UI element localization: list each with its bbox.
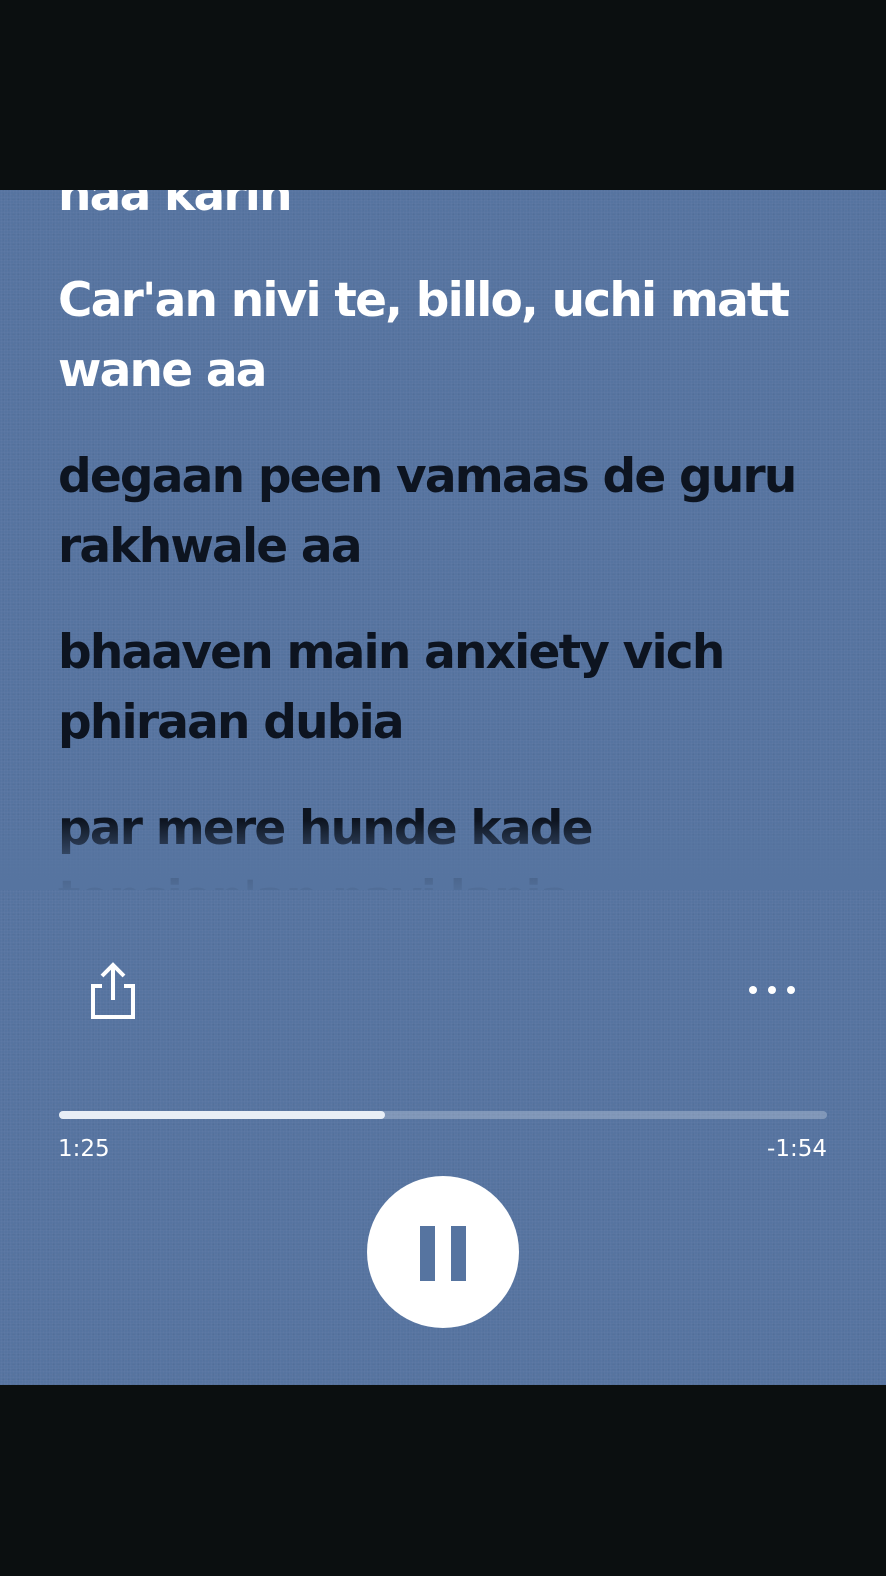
- lyrics-screen: naa karin Car'an nivi te, billo, uchi ma…: [0, 190, 886, 1385]
- pause-icon-bar: [451, 1226, 466, 1281]
- app-root: naa karin Car'an nivi te, billo, uchi ma…: [0, 0, 886, 1576]
- remaining-time: -1:54: [767, 1136, 827, 1162]
- lyric-line[interactable]: degaan peen vamaas de guru rakhwale aa: [58, 442, 838, 582]
- share-icon: [91, 962, 135, 1019]
- letterbox-bottom: [0, 1385, 886, 1576]
- elapsed-time: 1:25: [58, 1136, 110, 1162]
- play-pause-button[interactable]: [367, 1176, 519, 1328]
- lyrics-list[interactable]: naa karin Car'an nivi te, billo, uchi ma…: [58, 190, 838, 970]
- pause-icon-bar: [420, 1226, 435, 1281]
- lyric-line[interactable]: bhaaven main anxiety vich phiraan dubia: [58, 618, 838, 758]
- playback-progress-bar[interactable]: [59, 1111, 827, 1119]
- more-horizontal-icon: [749, 986, 795, 994]
- more-options-button[interactable]: [746, 980, 800, 1000]
- lyric-line[interactable]: naa karin: [58, 190, 838, 230]
- letterbox-top: [0, 0, 886, 190]
- share-button[interactable]: [86, 960, 140, 1020]
- playback-progress-fill: [59, 1111, 386, 1119]
- lyric-line-current[interactable]: Car'an nivi te, billo, uchi matt wane aa: [58, 266, 838, 406]
